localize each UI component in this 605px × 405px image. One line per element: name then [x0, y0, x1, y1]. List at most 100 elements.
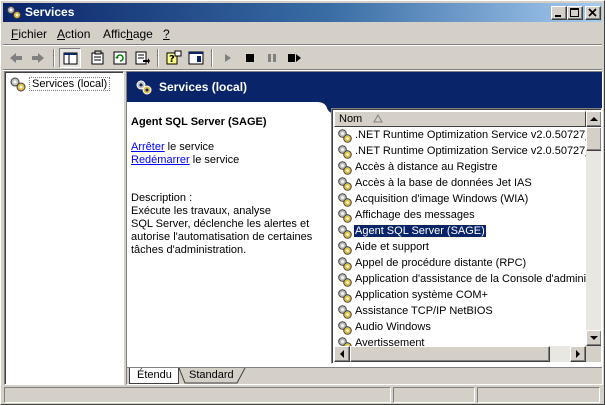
show-hide-action-pane-button[interactable]	[185, 48, 207, 68]
restart-line: Redémarrer le service	[131, 154, 239, 167]
column-header-label: Nom	[339, 113, 363, 125]
list-item-label: Acquisition d'image Windows (WIA)	[355, 193, 529, 205]
start-service-button[interactable]	[217, 48, 239, 68]
scroll-up-button[interactable]	[586, 111, 601, 127]
svg-text:?: ?	[169, 54, 175, 65]
description-label: Description :	[131, 192, 193, 204]
pause-icon	[268, 54, 276, 62]
play-icon	[225, 54, 231, 62]
show-hide-tree-button[interactable]	[59, 48, 81, 68]
list-item[interactable]: .NET Runtime Optimization Service v2.0.5…	[334, 144, 586, 160]
list-item-label: Accès à distance au Registre	[355, 161, 498, 173]
vertical-scrollbar[interactable]	[586, 111, 601, 346]
list-item[interactable]: Application système COM+	[334, 288, 586, 304]
menu-help[interactable]: ?	[163, 27, 170, 41]
arrow-up-icon	[590, 117, 598, 121]
arrow-right-icon	[576, 350, 580, 358]
minimize-button[interactable]	[551, 6, 567, 20]
list-item[interactable]: Avertissement	[334, 336, 586, 346]
export-list-button[interactable]	[131, 48, 153, 68]
services-gears-icon	[10, 77, 26, 92]
list-item-label: Agent SQL Server (SAGE)	[353, 224, 487, 238]
status-panel	[477, 387, 600, 403]
menu-action[interactable]: Action	[57, 27, 90, 41]
scroll-left-button[interactable]	[334, 346, 350, 362]
service-name: Agent SQL Server (SAGE)	[131, 116, 267, 128]
list-item-label: Audio Windows	[355, 321, 431, 333]
toolbar-separator	[157, 49, 159, 67]
restart-service-link[interactable]: Redémarrer	[131, 154, 190, 166]
menu-affichage-accel: h	[126, 27, 133, 41]
list-item[interactable]: Appel de procédure distante (RPC)	[334, 256, 586, 272]
list-item-label: .NET Runtime Optimization Service v2.0.5…	[355, 129, 586, 141]
window-title: Services	[25, 5, 75, 19]
list-item[interactable]: Assistance TCP/IP NetBIOS	[334, 304, 586, 320]
menu-affichage-pre: Affic	[103, 27, 127, 41]
stop-icon	[246, 54, 254, 62]
list-item[interactable]: Accès à la base de données Jet IAS	[334, 176, 586, 192]
properties-button[interactable]	[87, 48, 109, 68]
list-item[interactable]: Audio Windows	[334, 320, 586, 336]
tab-etendu-label: Étendu	[137, 369, 172, 381]
help-button[interactable]: ?	[163, 48, 185, 68]
tab-etendu[interactable]: Étendu	[129, 368, 179, 384]
refresh-button[interactable]	[109, 48, 131, 68]
scroll-down-button[interactable]	[586, 330, 601, 346]
status-panel	[393, 387, 475, 403]
maximize-button[interactable]	[567, 6, 583, 20]
menu-bar: Fichier Action Affichage ?	[3, 24, 602, 44]
pause-service-button[interactable]	[261, 48, 283, 68]
list-item[interactable]: Accès à distance au Registre	[334, 160, 586, 176]
stop-service-button[interactable]	[239, 48, 261, 68]
list-item[interactable]: Aide et support	[334, 240, 586, 256]
header-title: Services (local)	[159, 80, 248, 94]
stop-service-link[interactable]: Arrêter	[131, 141, 165, 153]
horizontal-scroll-thumb[interactable]	[350, 346, 550, 362]
sort-ascending-icon	[373, 114, 383, 123]
list-item[interactable]: .NET Runtime Optimization Service v2.0.5…	[334, 128, 586, 144]
services-window: Services Fichier Action Affichage ? ? Se…	[0, 0, 605, 405]
status-panel	[4, 387, 391, 403]
menu-fichier[interactable]: Fichier	[11, 27, 47, 41]
export-list-icon	[135, 51, 150, 65]
menu-action-rest: ction	[65, 27, 91, 41]
list-item[interactable]: Affichage des messages	[334, 208, 586, 224]
list-item-label: Appel de procédure distante (RPC)	[355, 257, 527, 269]
menu-affichage-rest: age	[132, 27, 153, 41]
title-bar[interactable]: Services	[3, 3, 602, 22]
console-tree-icon	[63, 52, 78, 65]
vertical-scroll-thumb[interactable]	[586, 127, 601, 151]
list-item-label: Assistance TCP/IP NetBIOS	[355, 305, 493, 317]
back-button[interactable]	[5, 48, 27, 68]
list-item[interactable]: Application d'assistance de la Console d…	[334, 272, 586, 288]
help-icon: ?	[166, 50, 182, 65]
restart-service-button[interactable]	[283, 48, 305, 68]
scrollbar-corner	[586, 346, 601, 362]
close-button[interactable]	[585, 6, 601, 20]
scroll-right-button[interactable]	[570, 346, 586, 362]
toolbar-separator	[53, 49, 55, 67]
arrow-down-icon	[590, 336, 598, 340]
list-item-label: Accès à la base de données Jet IAS	[355, 177, 532, 189]
forward-button[interactable]	[27, 48, 49, 68]
list-rows: .NET Runtime Optimization Service v2.0.5…	[334, 128, 586, 346]
action-pane-icon	[188, 51, 204, 65]
stop-line: Arrêter le service	[131, 141, 214, 154]
list-item-label: Aide et support	[355, 241, 429, 253]
list-item[interactable]: Acquisition d'image Windows (WIA)	[334, 192, 586, 208]
menu-fichier-rest: ichier	[18, 27, 48, 41]
close-icon	[588, 8, 597, 17]
arrow-left-icon	[340, 350, 344, 358]
maximize-icon	[570, 8, 579, 17]
menu-action-accel: A	[57, 27, 66, 41]
list-item-label: Avertissement	[355, 337, 425, 346]
tab-standard[interactable]: Standard	[179, 368, 247, 384]
menu-affichage[interactable]: Affichage	[103, 27, 153, 41]
list-item[interactable]: Agent SQL Server (SAGE)	[334, 224, 586, 240]
tab-standard-label: Standard	[189, 369, 234, 381]
list-item-label: Application système COM+	[355, 289, 488, 301]
details-pane: Services (local) Agent SQL Server (SAGE)…	[126, 71, 603, 385]
minimize-icon	[555, 15, 561, 17]
column-header-nom[interactable]: Nom	[334, 111, 586, 127]
horizontal-scrollbar[interactable]	[334, 346, 586, 362]
